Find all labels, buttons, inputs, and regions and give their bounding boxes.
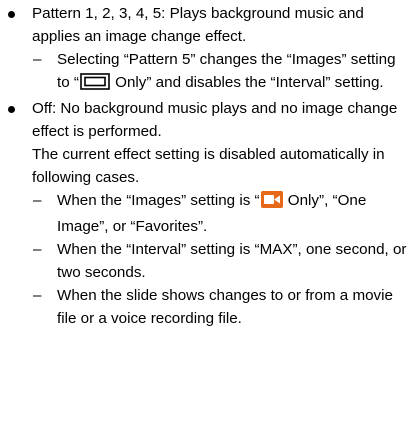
list-item-patterns: Pattern 1, 2, 3, 4, 5: Plays background … — [0, 2, 409, 48]
dash-marker: – — [33, 241, 42, 258]
dash-marker: – — [33, 51, 42, 68]
bullet-dot — [8, 106, 15, 113]
sub-item-images-setting: – When the “Images” setting is “ Only”, … — [0, 189, 409, 238]
off-description: Off: No background music plays and no im… — [32, 100, 398, 140]
rectangle-image-icon — [80, 73, 110, 97]
movie-icon — [260, 191, 283, 215]
document: Pattern 1, 2, 3, 4, 5: Plays background … — [0, 0, 409, 330]
sub-item-pattern5: – Selecting “Pattern 5” changes the “Ima… — [0, 48, 409, 97]
sub-item-movie-file: – When the slide shows changes to or fro… — [0, 284, 409, 330]
movie-file-text: When the slide shows changes to or from … — [57, 287, 393, 327]
list-item-off: Off: No background music plays and no im… — [0, 97, 409, 143]
dash-marker: – — [33, 287, 42, 304]
off-note: The current effect setting is disabled a… — [32, 146, 385, 186]
bullet-dot — [8, 11, 15, 18]
pattern-description: Pattern 1, 2, 3, 4, 5: Plays background … — [32, 5, 364, 45]
interval-text: When the “Interval” setting is “MAX”, on… — [57, 241, 407, 281]
dash-marker: – — [33, 192, 42, 209]
images-text-before: When the “Images” setting is “ — [57, 192, 260, 209]
sub-item-interval-setting: – When the “Interval” setting is “MAX”, … — [0, 238, 409, 284]
pattern5-text-after: Only” and disables the “Interval” settin… — [110, 74, 384, 91]
